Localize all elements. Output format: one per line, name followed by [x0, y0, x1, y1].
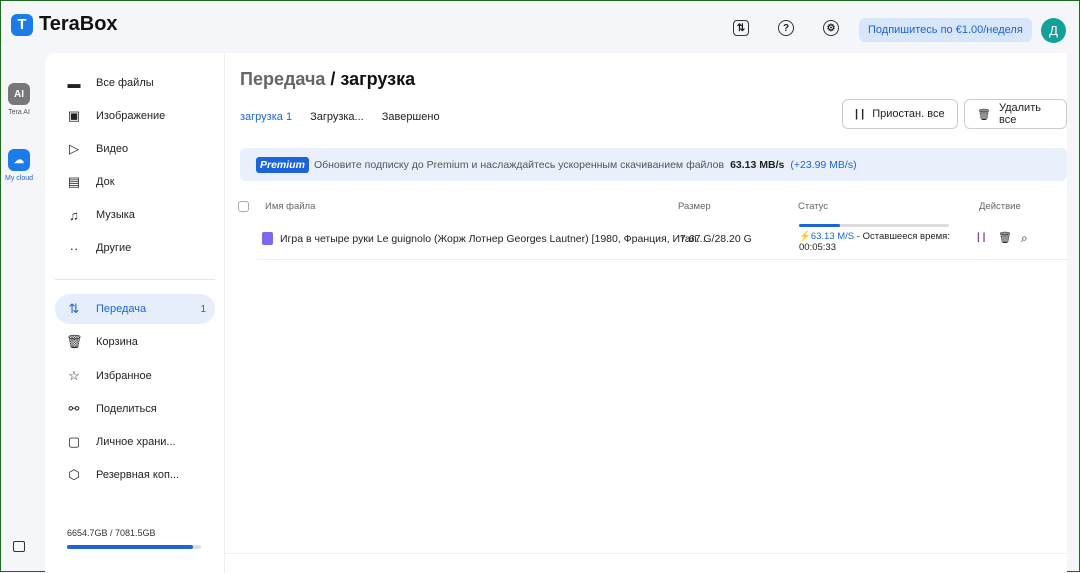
help-icon[interactable]: ?	[778, 20, 794, 36]
share-icon: ⚯	[68, 401, 80, 416]
trash-icon: 🗑	[977, 108, 991, 121]
all-files-icon: ▬	[67, 75, 81, 91]
file-name: Игра в четыре руки Le guignolo (Жорж Лот…	[280, 233, 706, 245]
collapse-sidebar-icon[interactable]	[13, 541, 25, 552]
page-title: Передача / загрузка	[240, 69, 416, 89]
sidebar-item-share[interactable]: ⚯ Поделиться	[55, 394, 215, 424]
pause-icon: | |	[855, 108, 865, 120]
cloud-icon: ☁	[8, 149, 30, 171]
download-progress-fill	[799, 224, 840, 227]
select-all-checkbox[interactable]	[238, 201, 249, 212]
download-status: ⚡63.13 M/S - Оставшееся время: 00:05:33	[799, 231, 950, 253]
video-file-icon	[262, 232, 273, 245]
sidebar-item-all-files[interactable]: ▬ Все файлы	[55, 68, 215, 98]
video-icon: ▷	[69, 141, 79, 156]
sidebar-item-images[interactable]: ▣ Изображение	[55, 101, 215, 131]
star-icon: ☆	[68, 368, 80, 383]
tab-uploading[interactable]: Загрузка...	[310, 111, 364, 123]
sidebar-item-favorites[interactable]: ☆ Избранное	[55, 361, 215, 391]
search-icon[interactable]: ⌕	[1021, 231, 1028, 246]
top-bar: T TeraBox ⇅ ? ⚙ Подпишитесь по €1.00/неде…	[1, 1, 1079, 53]
sidebar: ▬ Все файлы ▣ Изображение ▷ Видео ▤ Док ♫ Муз…	[45, 53, 225, 573]
rail-tera-ai[interactable]: AI Tera AI	[1, 83, 37, 116]
terabox-logo[interactable]: T TeraBox	[11, 13, 118, 36]
headphones-icon: ♫	[69, 207, 79, 223]
col-status: Статус	[798, 201, 829, 212]
ai-icon: AI	[8, 83, 30, 105]
sidebar-item-trash[interactable]: 🗑 Корзина	[55, 327, 215, 357]
transfer-icon: ⇅	[68, 301, 80, 316]
image-icon: ▣	[67, 108, 81, 123]
transfer-count: 1	[200, 303, 206, 315]
backup-icon: ⬡	[68, 467, 80, 482]
doc-icon: ▤	[67, 174, 81, 189]
table-row[interactable]: Игра в четыре руки Le guignolo (Жорж Лот…	[257, 217, 1067, 260]
trash-icon: 🗑	[66, 334, 83, 349]
more-icon: ··	[69, 240, 79, 256]
col-action: Действие	[979, 201, 1021, 212]
vault-icon: ▢	[67, 434, 81, 449]
main-panel: Передача / загрузка загрузка 1 Загрузка.…	[225, 53, 1067, 573]
sidebar-item-personal-vault[interactable]: ▢ Личное храни...	[55, 427, 215, 457]
pause-icon[interactable]: | |	[977, 232, 985, 243]
col-filename: Имя файла	[265, 201, 316, 212]
pause-all-button[interactable]: | | Приостан. все	[842, 99, 958, 129]
sidebar-item-backup[interactable]: ⬡ Резервная коп...	[55, 460, 215, 490]
footer-divider	[225, 553, 1067, 554]
settings-icon[interactable]: ⚙	[823, 20, 839, 36]
rail-my-cloud[interactable]: ☁ My cloud	[1, 149, 37, 182]
delete-all-button[interactable]: 🗑 Удалить все	[964, 99, 1067, 129]
divider	[55, 279, 215, 280]
transfer-icon[interactable]: ⇅	[733, 20, 749, 36]
col-size: Размер	[678, 201, 711, 212]
tab-downloading[interactable]: загрузка 1	[240, 111, 292, 123]
premium-badge: Premium	[256, 156, 309, 173]
file-size: 7.67 G/28.20 G	[680, 233, 752, 245]
download-progress	[799, 224, 949, 227]
storage-quota: 6654.7GB / 7081.5GB	[67, 528, 156, 538]
app-rail: AI Tera AI ☁ My cloud	[1, 53, 45, 573]
tabs: загрузка 1 Загрузка... Завершено	[240, 111, 440, 123]
sidebar-item-music[interactable]: ♫ Музыка	[55, 200, 215, 230]
tab-completed[interactable]: Завершено	[382, 111, 440, 123]
storage-bar-fill	[67, 545, 193, 549]
sidebar-item-transfer[interactable]: ⇅ Передача 1	[55, 294, 215, 324]
avatar[interactable]: Д	[1041, 18, 1066, 43]
sidebar-item-docs[interactable]: ▤ Док	[55, 167, 215, 197]
storage-bar	[67, 545, 201, 549]
subscribe-button[interactable]: Подпишитесь по €1.00/неделя	[859, 18, 1032, 42]
delete-icon[interactable]: 🗑	[998, 231, 1012, 244]
sidebar-item-video[interactable]: ▷ Видео	[55, 134, 215, 164]
bolt-icon: ⚡	[799, 231, 811, 242]
sidebar-item-other[interactable]: ·· Другие	[55, 233, 215, 263]
premium-banner[interactable]: Premium Обновите подписку до Premium и н…	[240, 148, 1067, 181]
